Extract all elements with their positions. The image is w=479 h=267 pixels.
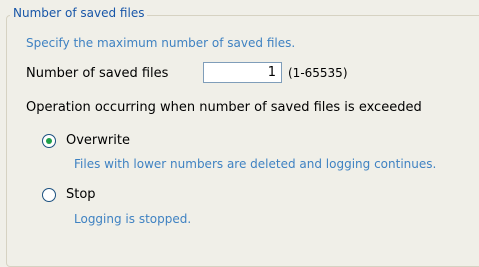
description-text: Specify the maximum number of saved file… (26, 36, 296, 50)
operation-heading: Operation occurring when number of saved… (26, 100, 422, 115)
radio-selected-dot (46, 138, 52, 144)
stop-description: Logging is stopped. (74, 212, 192, 226)
saved-files-input[interactable] (203, 62, 282, 83)
groupbox-title: Number of saved files (10, 6, 148, 20)
range-hint: (1-65535) (288, 66, 348, 80)
stop-radio[interactable] (42, 188, 56, 202)
overwrite-radio[interactable] (42, 134, 56, 148)
overwrite-label[interactable]: Overwrite (66, 133, 130, 148)
stop-label[interactable]: Stop (66, 187, 96, 202)
saved-files-label: Number of saved files (26, 66, 169, 81)
overwrite-description: Files with lower numbers are deleted and… (74, 157, 437, 171)
